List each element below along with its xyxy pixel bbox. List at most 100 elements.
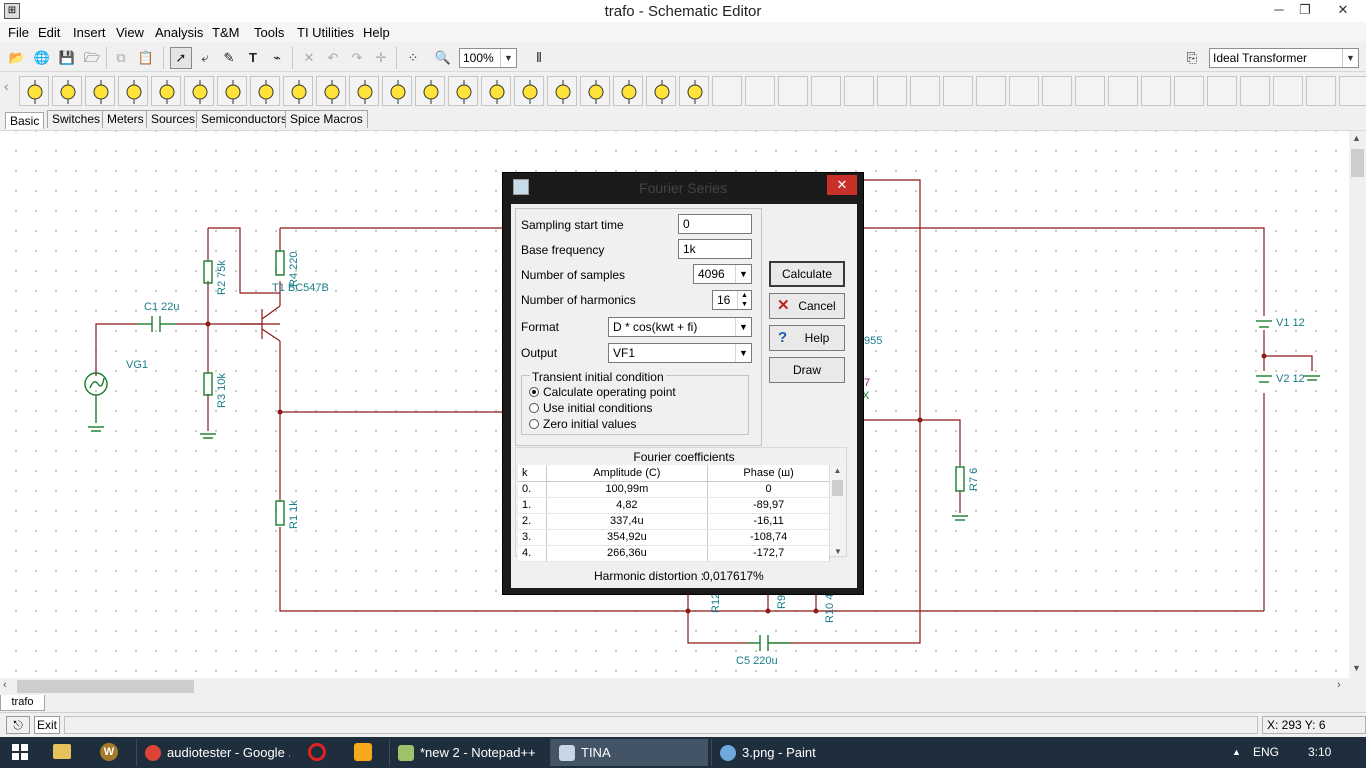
component-search-icon[interactable]: ⎘ (1181, 47, 1203, 69)
voltage-source-icon[interactable] (52, 76, 82, 106)
resistor-icon[interactable] (217, 76, 247, 106)
chevron-down-icon[interactable]: ▼ (500, 49, 516, 67)
analysis-icon[interactable]: ⫴ (528, 47, 550, 69)
number-of-samples-select[interactable]: 4096 ▼ (693, 264, 752, 284)
potentiometer-icon[interactable] (514, 76, 544, 106)
menu-analysis[interactable]: Analysis (155, 25, 203, 40)
ammeter-icon[interactable] (184, 76, 214, 106)
tab-basic[interactable]: Basic (5, 112, 45, 129)
empty-slot[interactable] (1141, 76, 1171, 106)
tab-switches[interactable]: Switches (47, 110, 106, 128)
empty-slot[interactable] (1240, 76, 1270, 106)
sampling-start-time-input[interactable]: 0 (678, 214, 752, 234)
menu-tm[interactable]: T&M (212, 25, 239, 40)
current-source-icon[interactable] (118, 76, 148, 106)
page-tab-trafo[interactable]: trafo (0, 695, 45, 711)
number-of-harmonics-spinner[interactable]: 16 ▲ ▼ (712, 290, 752, 310)
menu-file[interactable]: File (8, 25, 29, 40)
file-explorer-icon[interactable] (53, 744, 71, 759)
undo-icon[interactable]: ↶ (322, 47, 344, 69)
column-header-k[interactable]: k (518, 465, 547, 482)
scroll-up-icon[interactable]: ▲ (1352, 133, 1361, 143)
scroll-left-arrow-icon[interactable]: ‹ (3, 679, 7, 691)
spinner-arrows-icon[interactable]: ▲ ▼ (737, 291, 751, 309)
empty-slot[interactable] (712, 76, 742, 106)
taskbar-item-tina[interactable]: TINA (550, 739, 708, 766)
ideal-transformer-icon[interactable] (382, 76, 412, 106)
winamp-icon[interactable]: W (100, 743, 118, 761)
empty-slot[interactable] (877, 76, 907, 106)
close-button[interactable]: ✕ (1320, 0, 1366, 22)
exit-button[interactable]: Exit (34, 716, 60, 734)
exit-icon[interactable]: ⎋ (6, 716, 30, 734)
empty-slot[interactable] (745, 76, 775, 106)
zoom-select[interactable]: 100% ▼ (459, 48, 517, 68)
menu-view[interactable]: View (116, 25, 144, 40)
battery-icon[interactable] (85, 76, 115, 106)
restore-button[interactable]: ❐ (1290, 0, 1320, 22)
scroll-right-arrow-icon[interactable]: › (1337, 679, 1341, 691)
scroll-left-icon[interactable]: ‹ (4, 78, 14, 106)
tray-expand-icon[interactable]: ▲ (1232, 747, 1241, 757)
chevron-down-icon[interactable]: ▼ (735, 265, 751, 283)
paste-icon[interactable]: 📋 (135, 47, 157, 69)
radio-calculate-operating-point[interactable]: Calculate operating point (529, 385, 676, 399)
grid-icon[interactable]: ⁘ (402, 47, 424, 69)
tab-spice-macros[interactable]: Spice Macros (285, 110, 368, 128)
empty-slot[interactable] (1108, 76, 1138, 106)
zoom-icon[interactable]: 🔍 (432, 47, 454, 69)
relay-icon[interactable] (481, 76, 511, 106)
tab-sources[interactable]: Sources (146, 110, 201, 128)
empty-slot[interactable] (811, 76, 841, 106)
menu-ti-utilities[interactable]: TI Utilities (297, 25, 354, 40)
scroll-down-icon[interactable]: ▼ (1352, 663, 1361, 673)
windows-start-icon[interactable] (12, 744, 28, 760)
menu-help[interactable]: Help (363, 25, 390, 40)
vertical-scrollbar[interactable]: ▲ ▼ (1349, 131, 1366, 678)
probe-4-icon[interactable] (679, 76, 709, 106)
draw-button[interactable]: Draw (769, 357, 845, 383)
table-row[interactable]: 3. 354,92u -108,74 (518, 529, 830, 546)
table-row[interactable]: 0. 100,99m 0 (518, 481, 830, 498)
taskbar-item-paint[interactable]: 3.png - Paint (711, 739, 869, 766)
coefficients-scrollbar[interactable]: ▲ ▼ (829, 466, 845, 556)
select-pointer-icon[interactable]: ➚ (170, 47, 192, 69)
chevron-down-icon[interactable]: ▼ (735, 318, 751, 336)
column-header-phase[interactable]: Phase (ш) (707, 465, 830, 482)
scroll-down-icon[interactable]: ▼ (830, 547, 846, 556)
wire-tool-icon[interactable]: ⤶ (194, 47, 216, 69)
menu-insert[interactable]: Insert (73, 25, 106, 40)
calculate-button[interactable]: Calculate (769, 261, 845, 287)
menu-tools[interactable]: Tools (254, 25, 284, 40)
switch-icon[interactable] (448, 76, 478, 106)
format-select[interactable]: D * cos(kwt + fi) ▼ (608, 317, 752, 337)
coil-icon[interactable] (316, 76, 346, 106)
coefficients-scroll-thumb[interactable] (832, 480, 843, 496)
base-frequency-input[interactable]: 1k (678, 239, 752, 259)
taskbar-item-chrome[interactable]: audiotester - Google ... (136, 739, 290, 766)
dialog-close-button[interactable]: ✕ (827, 175, 857, 195)
cancel-button[interactable]: ✕ Cancel (769, 293, 845, 319)
table-row[interactable]: 1. 4,82 -89,97 (518, 497, 830, 514)
pen-icon[interactable]: ✎ (218, 47, 240, 69)
probe-icon[interactable]: ⌁ (266, 47, 288, 69)
save-icon[interactable]: 💾 (56, 47, 78, 69)
horizontal-scrollbar[interactable]: ‹ › (0, 678, 1349, 695)
open-folder-icon[interactable]: 🗁 (81, 47, 103, 69)
horizontal-scroll-thumb[interactable] (17, 680, 194, 693)
output-select[interactable]: VF1 ▼ (608, 343, 752, 363)
scroll-up-icon[interactable]: ▲ (830, 466, 845, 475)
empty-slot[interactable] (976, 76, 1006, 106)
ground-icon[interactable] (19, 76, 49, 106)
probe-3-icon[interactable] (646, 76, 676, 106)
clock[interactable]: 3:10 (1308, 745, 1331, 759)
voltmeter-icon[interactable] (151, 76, 181, 106)
inductor-icon[interactable] (250, 76, 280, 106)
tab-meters[interactable]: Meters (102, 110, 149, 128)
open-icon[interactable]: 📂 (6, 47, 28, 69)
empty-slot[interactable] (1042, 76, 1072, 106)
tab-semiconductors[interactable]: Semiconductors (196, 110, 293, 128)
table-row[interactable]: 2. 337,4u -16,11 (518, 513, 830, 530)
lamp-icon[interactable] (547, 76, 577, 106)
radio-use-initial-conditions[interactable]: Use initial conditions (529, 401, 652, 415)
